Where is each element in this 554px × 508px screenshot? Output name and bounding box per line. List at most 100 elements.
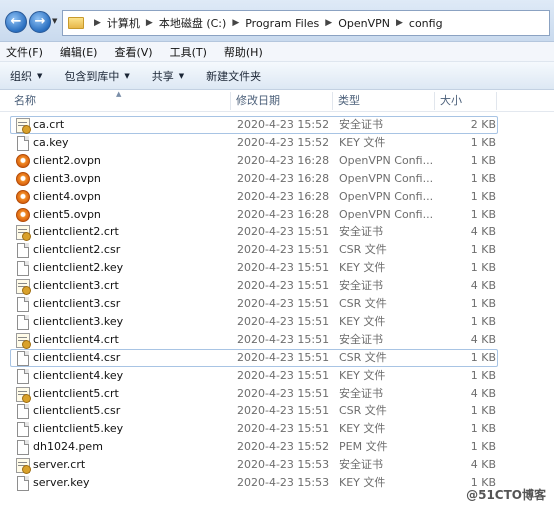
history-dropdown-icon[interactable]: ▼ <box>52 17 57 25</box>
file-size: 1 KB <box>470 297 496 310</box>
file-row[interactable]: clientclient4.key 2020-4-23 15:51 KEY 文件 1 … <box>10 367 498 385</box>
file-date: 2020-4-23 15:51 <box>237 261 330 275</box>
file-row[interactable]: clientclient5.crt 2020-4-23 15:51 安全证书 4 KB <box>10 385 498 403</box>
breadcrumb-item[interactable]: 本地磁盘 (C:) <box>159 15 226 31</box>
folder-icon <box>68 17 84 29</box>
column-header-date[interactable]: 修改日期 <box>232 90 332 112</box>
file-row[interactable]: clientclient2.csr 2020-4-23 15:51 CSR 文件 1 … <box>10 241 498 259</box>
breadcrumb-separator-icon[interactable]: ▶ <box>232 18 239 28</box>
file-size: 4 KB <box>470 279 496 293</box>
file-row[interactable]: clientclient3.csr 2020-4-23 15:51 CSR 文件 1 … <box>10 295 498 313</box>
breadcrumb-item[interactable]: config <box>409 17 443 30</box>
file-row[interactable]: ca.key 2020-4-23 15:52 KEY 文件 1 KB <box>10 134 498 152</box>
file-size: 1 KB <box>470 261 496 275</box>
file-name: server.key <box>33 476 90 489</box>
command-label: 新建文件夹 <box>206 69 262 83</box>
file-name: dh1024.pem <box>33 440 103 454</box>
openvpn-config-icon <box>16 207 30 222</box>
file-name: clientclient4.key <box>33 368 124 382</box>
file-name: clientclient5.key <box>33 422 124 436</box>
breadcrumb-item[interactable]: 计算机 <box>107 15 140 31</box>
file-row[interactable]: ca.crt 2020-4-23 15:52 安全证书 2 KB <box>10 116 498 134</box>
file-row[interactable]: client4.ovpn 2020-4-23 16:28 OpenVPN Confi… <box>10 188 498 206</box>
document-file-icon <box>17 476 29 491</box>
file-name: clientclient5.crt <box>33 386 119 400</box>
certificate-file-icon <box>16 458 31 475</box>
sort-up-icon: ▲ <box>116 90 122 98</box>
dropdown-arrow-icon: ▼ <box>178 71 185 80</box>
column-header-type[interactable]: 类型 <box>334 90 434 112</box>
command-button[interactable]: 包含到库中 ▼ <box>64 68 129 84</box>
breadcrumb-item[interactable]: Program Files <box>245 17 319 30</box>
column-header-size[interactable]: 大小 <box>436 90 496 112</box>
breadcrumb-separator-icon[interactable]: ▶ <box>94 18 101 28</box>
file-row[interactable]: clientclient5.key 2020-4-23 15:51 KEY 文件 1 … <box>10 420 498 438</box>
breadcrumb-separator-icon[interactable]: ▶ <box>146 18 153 28</box>
breadcrumb-separator-icon[interactable]: ▶ <box>396 18 403 28</box>
file-name: ca.crt <box>33 118 65 131</box>
certificate-file-icon <box>16 279 31 296</box>
file-date: 2020-4-23 16:28 <box>237 171 330 185</box>
column-divider[interactable] <box>332 92 333 110</box>
menu-item[interactable]: 帮助(H) <box>222 44 265 60</box>
file-row[interactable]: client2.ovpn 2020-4-23 16:28 OpenVPN Confi… <box>10 152 498 170</box>
column-divider[interactable] <box>230 92 231 110</box>
back-arrow-icon[interactable]: ← <box>5 11 27 33</box>
file-type: KEY 文件 <box>339 135 386 149</box>
file-date: 2020-4-23 15:51 <box>237 404 330 418</box>
file-date: 2020-4-23 15:53 <box>237 476 330 489</box>
command-button[interactable]: 新建文件夹 <box>206 68 261 84</box>
file-name: clientclient2.key <box>33 261 124 275</box>
file-row[interactable]: server.key 2020-4-23 15:53 KEY 文件 1 KB <box>10 474 498 492</box>
menu-item[interactable]: 编辑(E) <box>58 44 100 60</box>
file-row[interactable]: clientclient3.key 2020-4-23 15:51 KEY 文件 1 … <box>10 313 498 331</box>
file-type: CSR 文件 <box>339 297 387 310</box>
file-name: client3.ovpn <box>33 171 101 185</box>
file-type: 安全证书 <box>339 279 383 293</box>
menu-item[interactable]: 文件(F) <box>4 44 45 60</box>
document-file-icon <box>17 350 29 366</box>
openvpn-config-icon <box>16 171 30 186</box>
certificate-file-icon <box>16 225 31 242</box>
file-name: client4.ovpn <box>33 189 101 203</box>
file-date: 2020-4-23 15:51 <box>237 386 330 400</box>
file-size: 4 KB <box>470 332 496 346</box>
file-row[interactable]: clientclient4.csr 2020-4-23 15:51 CSR 文件 1 … <box>10 348 498 367</box>
file-row[interactable]: server.crt 2020-4-23 15:53 安全证书 4 KB <box>10 456 498 475</box>
file-row[interactable]: client3.ovpn 2020-4-23 16:28 OpenVPN Confi… <box>10 170 498 188</box>
command-button[interactable]: 组织 ▼ <box>10 68 42 84</box>
file-row[interactable]: clientclient2.key 2020-4-23 15:51 KEY 文件 1 … <box>10 259 498 277</box>
file-row[interactable]: dh1024.pem 2020-4-23 15:52 PEM 文件 1 KB <box>10 438 498 456</box>
file-type: PEM 文件 <box>339 440 388 454</box>
dropdown-arrow-icon: ▼ <box>124 71 130 80</box>
file-row[interactable]: clientclient3.crt 2020-4-23 15:51 安全证书 4 KB <box>10 277 498 296</box>
file-date: 2020-4-23 15:51 <box>237 225 330 239</box>
file-row[interactable]: clientclient2.crt 2020-4-23 15:51 安全证书 4 KB <box>10 223 498 242</box>
file-row[interactable]: clientclient5.csr 2020-4-23 15:51 CSR 文件 1 … <box>10 402 498 420</box>
document-file-icon <box>17 368 29 384</box>
file-row[interactable]: client5.ovpn 2020-4-23 16:28 OpenVPN Confi… <box>10 206 498 224</box>
certificate-file-icon <box>16 332 31 349</box>
file-name: client2.ovpn <box>33 153 101 167</box>
file-type: 安全证书 <box>339 386 383 400</box>
menu-item[interactable]: 查看(V) <box>112 44 154 60</box>
file-type: CSR 文件 <box>339 350 387 364</box>
document-file-icon <box>17 314 29 330</box>
menu-bar: 文件(F) 编辑(E) 查看(V) 工具(T) 帮助(H) <box>0 42 554 62</box>
breadcrumb-separator-icon[interactable]: ▶ <box>325 18 332 28</box>
file-name: clientclient2.csr <box>33 243 121 257</box>
forward-arrow-icon[interactable]: → <box>29 11 51 33</box>
breadcrumb-item[interactable]: OpenVPN <box>338 17 390 30</box>
column-divider[interactable] <box>496 92 497 110</box>
menu-item[interactable]: 工具(T) <box>168 44 209 60</box>
command-button[interactable]: 共享 ▼ <box>152 68 184 84</box>
file-date: 2020-4-23 15:52 <box>237 118 330 131</box>
address-box[interactable]: ▶ 计算机 ▶ 本地磁盘 (C:) ▶ Program Files ▶ OpenVPN ▶ con… <box>62 10 550 36</box>
file-type: OpenVPN Confi... <box>339 189 434 203</box>
column-divider[interactable] <box>434 92 435 110</box>
file-row[interactable]: clientclient4.crt 2020-4-23 15:51 安全证书 4 KB <box>10 331 498 349</box>
file-name: clientclient3.crt <box>33 279 119 293</box>
file-date: 2020-4-23 16:28 <box>237 189 330 203</box>
file-type: KEY 文件 <box>339 422 386 436</box>
file-date: 2020-4-23 16:28 <box>237 153 330 167</box>
